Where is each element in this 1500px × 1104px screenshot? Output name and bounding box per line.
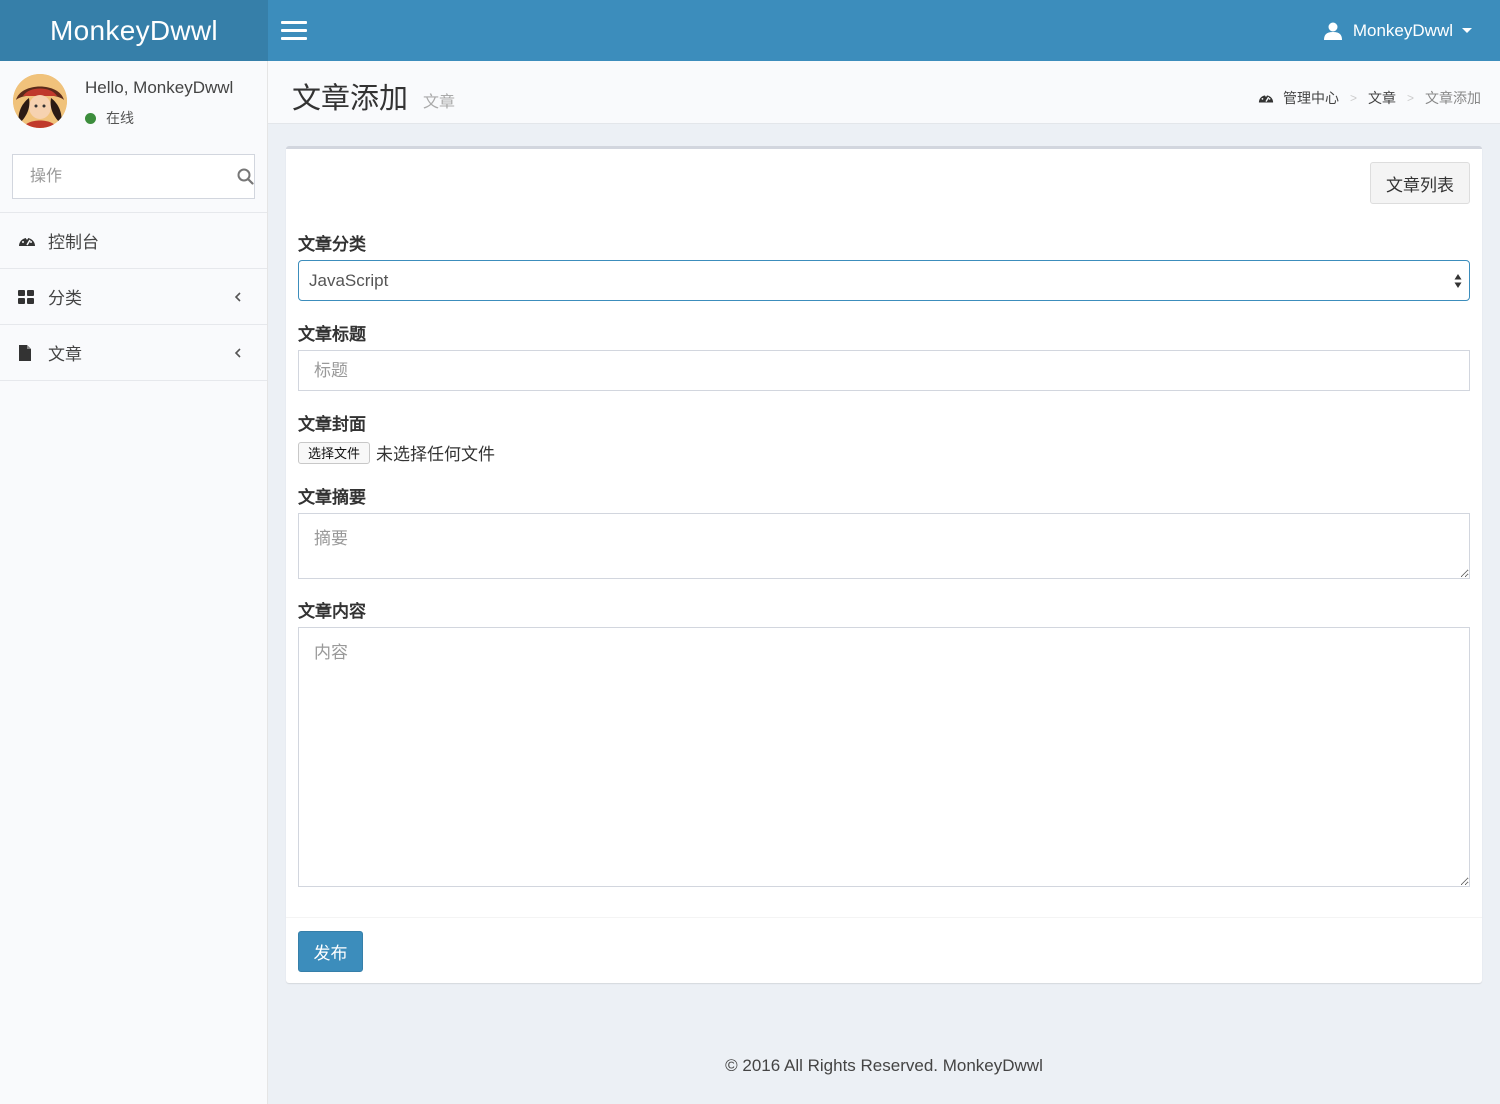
content-label: 文章内容 [298,602,366,621]
user-panel: Hello, MonkeyDwwl 在线 [0,61,267,147]
sidebar-item-label: 分类 [48,289,82,308]
avatar [13,74,67,128]
caret-down-icon [1462,28,1472,33]
cover-file-input: 选择文件 未选择任何文件 [298,440,495,465]
app-logo[interactable]: MonkeyDwwl [0,0,268,61]
file-status-text: 未选择任何文件 [376,445,496,464]
sidebar-item-label: 文章 [48,345,82,364]
sidebar-menu: 控制台 分类 文章 [0,212,267,381]
breadcrumb: 管理中心 > 文章 > 文章添加 [1258,88,1481,108]
grid-icon [18,288,36,306]
breadcrumb-current: 文章添加 [1425,90,1481,106]
page-title: 文章添加 [292,83,409,115]
form-footer: 发布 [286,917,1482,983]
user-icon [1323,22,1342,40]
breadcrumb-link-article[interactable]: 文章 [1368,88,1396,108]
sidebar-item-article[interactable]: 文章 [0,325,267,381]
content-header: 文章添加 文章 管理中心 > 文章 > 文章添加 [268,61,1500,124]
article-list-button[interactable]: 文章列表 [1370,162,1470,204]
user-greeting: Hello, MonkeyDwwl [85,78,234,97]
title-label: 文章标题 [298,325,366,344]
content-textarea[interactable] [298,627,1470,887]
user-menu-name: MonkeyDwwl [1352,20,1453,40]
user-menu-dropdown[interactable]: MonkeyDwwl [1323,0,1472,61]
category-selected-value: JavaScript [309,270,389,290]
cover-label: 文章封面 [298,415,366,434]
sidebar-search [12,154,255,199]
dashboard-icon [1258,94,1274,103]
sidebar-toggle-button[interactable] [268,0,320,61]
search-button[interactable] [237,155,254,198]
summary-textarea[interactable] [298,513,1470,579]
title-input[interactable] [298,350,1470,391]
file-icon [18,344,36,362]
chevron-left-icon [234,347,241,358]
dashboard-icon [18,232,36,250]
online-dot-icon [85,112,96,124]
status-label: 在线 [106,110,134,126]
breadcrumb-separator: > [1349,91,1357,105]
sidebar-item-label: 控制台 [48,233,99,252]
search-icon [237,168,254,185]
top-navbar: MonkeyDwwl MonkeyDwwl [0,0,1500,61]
sidebar-item-category[interactable]: 分类 [0,269,267,325]
breadcrumb-link-home[interactable]: 管理中心 [1283,88,1339,108]
publish-button[interactable]: 发布 [298,931,363,972]
user-status: 在线 [85,108,134,128]
summary-label: 文章摘要 [298,488,366,507]
search-input[interactable] [13,155,237,198]
sidebar-item-dashboard[interactable]: 控制台 [0,213,267,269]
article-form-box: 文章列表 文章分类 JavaScript 文章标题 文章封面 选择文件 未选择任… [286,146,1482,983]
hamburger-icon [281,21,307,24]
breadcrumb-separator: > [1406,91,1414,105]
category-label: 文章分类 [298,235,366,254]
select-arrows-icon [1454,274,1462,288]
chevron-left-icon [234,291,241,302]
page-footer: © 2016 All Rights Reserved. MonkeyDwwl [725,1056,1043,1075]
category-select[interactable]: JavaScript [298,260,1470,301]
choose-file-button[interactable]: 选择文件 [298,441,371,464]
sidebar: Hello, MonkeyDwwl 在线 操作 控制台 分类 文章 [0,61,268,1104]
page-subtitle: 文章 [423,94,456,111]
